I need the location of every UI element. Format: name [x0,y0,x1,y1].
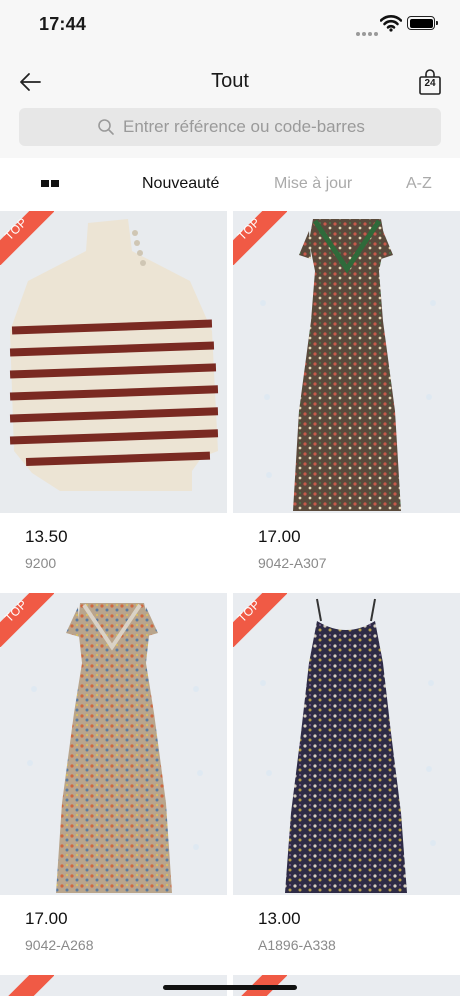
home-indicator[interactable] [163,985,297,990]
nav-header: Tout 24 Entrer référence ou code-barres [0,48,460,158]
top-badge [0,975,54,996]
product-card[interactable]: TOP 13.50 9200 [0,211,227,583]
product-card[interactable]: TOP 17.00 9042-A307 [233,211,460,583]
product-price: 17.00 [258,527,301,546]
cart-count-badge: 24 [424,78,436,89]
product-price: 13.50 [25,527,68,546]
product-image[interactable]: TOP [233,211,460,513]
top-badge: TOP [0,211,54,265]
wifi-icon [380,15,402,32]
sort-tab-newest[interactable]: Nouveauté [142,175,219,193]
product-card[interactable]: TOP 13.00 A1896-A338 [233,593,460,965]
status-bar: 17:44 [0,0,460,48]
page-title: Tout [211,70,249,92]
product-price: 17.00 [25,909,68,928]
cellular-signal-icon [356,23,380,41]
product-card[interactable]: TOP 17.00 9042-A268 [0,593,227,965]
sort-bar: Nouveauté Mise à jour A-Z [0,158,460,210]
cart-button[interactable]: 24 [418,68,442,96]
product-image[interactable]: TOP [233,593,460,895]
sort-tab-az[interactable]: A-Z [406,175,432,193]
search-input[interactable]: Entrer référence ou code-barres [19,108,441,146]
top-badge: TOP [233,211,287,265]
battery-icon [407,16,438,30]
product-price: 13.00 [258,909,301,928]
top-badge: TOP [233,593,287,647]
grid-view-icon[interactable] [41,180,59,188]
product-reference: 9200 [25,555,57,571]
product-reference: 9042-A307 [258,555,327,571]
product-image[interactable]: TOP [0,593,227,895]
sort-tab-updated[interactable]: Mise à jour [274,175,352,193]
search-icon [98,119,114,135]
top-badge: TOP [0,593,54,647]
product-image[interactable]: TOP [0,211,227,513]
product-reference: 9042-A268 [25,937,94,953]
search-placeholder: Entrer référence ou code-barres [123,117,365,136]
product-reference: A1896-A338 [258,937,336,953]
status-time: 17:44 [39,14,87,34]
